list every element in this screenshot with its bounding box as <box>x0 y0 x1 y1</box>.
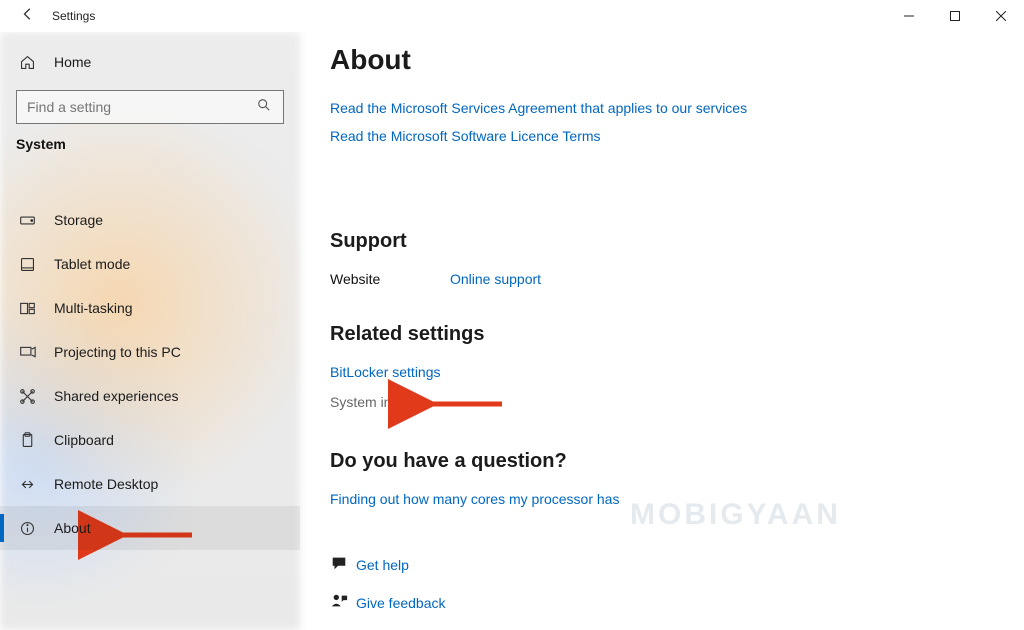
sidebar-item-tablet-mode[interactable]: Tablet mode <box>0 242 300 286</box>
tablet-icon <box>16 256 38 273</box>
page-title: About <box>330 44 994 76</box>
question-heading: Do you have a question? <box>330 450 994 473</box>
chat-icon <box>330 554 356 577</box>
sidebar-item-about[interactable]: About <box>0 506 300 550</box>
sidebar-item-label: About <box>54 520 91 536</box>
remote-desktop-icon <box>16 476 38 493</box>
link-services-agreement[interactable]: Read the Microsoft Services Agreement th… <box>330 100 747 116</box>
window-controls <box>886 0 1024 32</box>
storage-icon <box>16 212 38 229</box>
maximize-button[interactable] <box>932 0 978 32</box>
sidebar-item-label: Projecting to this PC <box>54 344 181 360</box>
give-feedback[interactable]: Give feedback <box>330 589 994 617</box>
sidebar-home-label: Home <box>54 54 91 70</box>
info-icon <box>16 520 38 537</box>
link-bitlocker-settings[interactable]: BitLocker settings <box>330 364 441 380</box>
sidebar-home[interactable]: Home <box>0 40 300 84</box>
sidebar-item-label: Clipboard <box>54 432 114 448</box>
multitasking-icon <box>16 300 38 317</box>
link-cores-question[interactable]: Finding out how many cores my processor … <box>330 491 619 507</box>
home-icon <box>16 54 38 71</box>
sidebar-item-shared-experiences[interactable]: Shared experiences <box>0 374 300 418</box>
window-title: Settings <box>46 9 95 23</box>
sidebar-item-remote-desktop[interactable]: Remote Desktop <box>0 462 300 506</box>
get-help[interactable]: Get help <box>330 551 994 579</box>
sidebar-item-label: Tablet mode <box>54 256 130 272</box>
sidebar-item-projecting[interactable]: Projecting to this PC <box>0 330 300 374</box>
sidebar-item-label: Multi-tasking <box>54 300 133 316</box>
sidebar-section-label: System <box>0 134 300 162</box>
related-settings-heading: Related settings <box>330 323 994 346</box>
shared-icon <box>16 388 38 405</box>
sidebar-item-multitasking[interactable]: Multi-tasking <box>0 286 300 330</box>
search-icon <box>257 98 273 117</box>
sidebar-item-clipboard[interactable]: Clipboard <box>0 418 300 462</box>
support-heading: Support <box>330 230 994 253</box>
link-licence-terms[interactable]: Read the Microsoft Software Licence Term… <box>330 128 601 144</box>
sidebar-item-label: Shared experiences <box>54 388 179 404</box>
sidebar-item-label: Storage <box>54 212 103 228</box>
sidebar-item-label: Remote Desktop <box>54 476 158 492</box>
projecting-icon <box>16 344 38 361</box>
get-help-label: Get help <box>356 557 409 573</box>
give-feedback-label: Give feedback <box>356 595 446 611</box>
search-box[interactable] <box>16 90 284 124</box>
content-area: About Read the Microsoft Services Agreem… <box>300 32 1024 630</box>
back-button[interactable] <box>10 7 46 25</box>
clipboard-icon <box>16 432 38 449</box>
link-online-support[interactable]: Online support <box>450 271 541 287</box>
link-system-info[interactable]: System info <box>330 394 994 410</box>
close-button[interactable] <box>978 0 1024 32</box>
feedback-icon <box>330 592 356 615</box>
sidebar: Home System Storage Tablet mode Multi-ta… <box>0 32 300 630</box>
titlebar: Settings <box>0 0 1024 32</box>
sidebar-item-storage[interactable]: Storage <box>0 198 300 242</box>
search-input[interactable] <box>27 99 257 115</box>
minimize-button[interactable] <box>886 0 932 32</box>
support-website-label: Website <box>330 271 450 287</box>
